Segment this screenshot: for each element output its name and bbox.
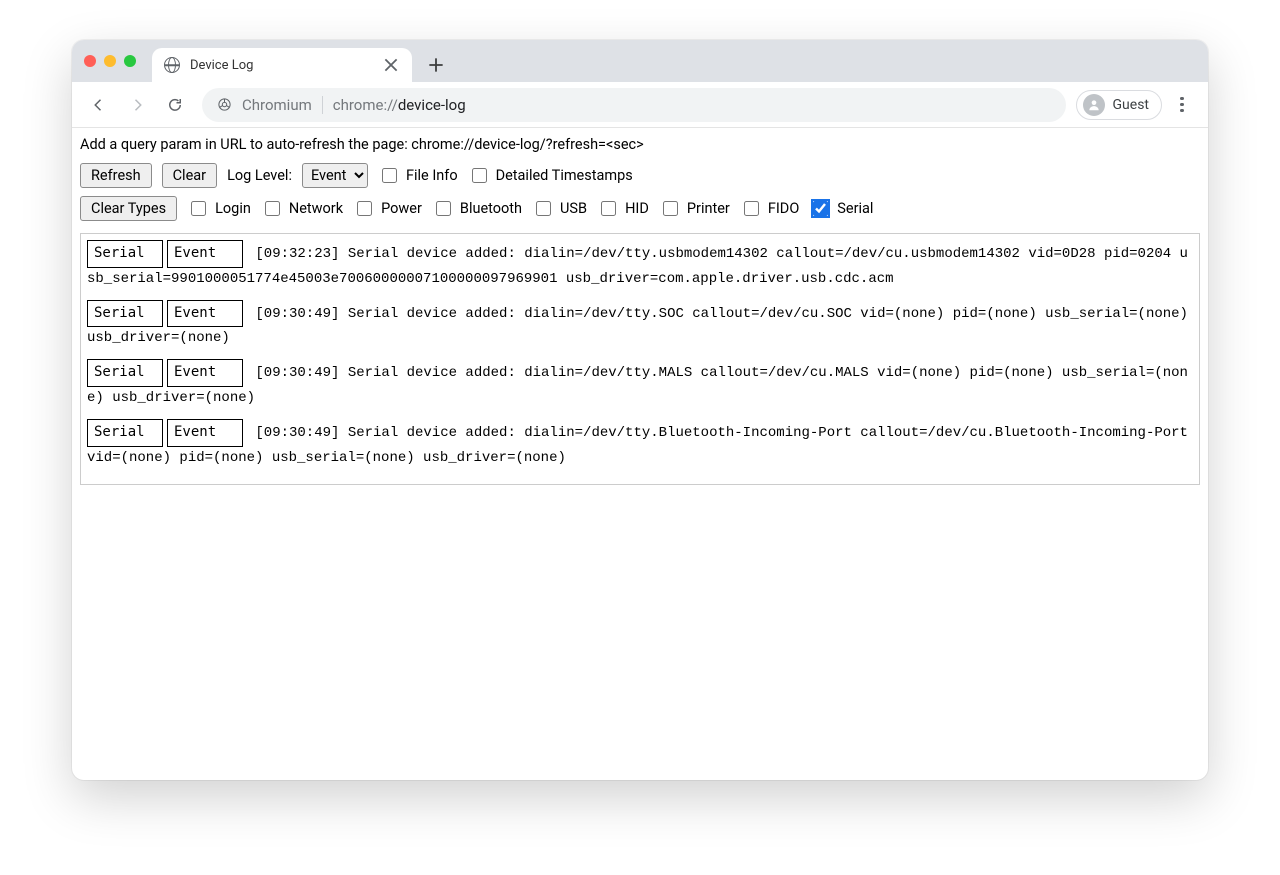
chromium-icon bbox=[216, 97, 232, 113]
clear-types-button[interactable]: Clear Types bbox=[80, 196, 177, 221]
type-label-serial: Serial bbox=[837, 200, 873, 217]
avatar-icon bbox=[1083, 94, 1105, 116]
tab-title: Device Log bbox=[190, 58, 253, 73]
type-checkbox-power[interactable]: Power bbox=[353, 198, 422, 219]
type-label-usb: USB bbox=[560, 200, 587, 217]
log-text: [09:30:49] Serial device added: dialin=/… bbox=[87, 306, 1188, 347]
type-checkbox-serial[interactable]: Serial bbox=[809, 198, 873, 219]
forward-button[interactable] bbox=[120, 88, 154, 122]
log-tag-source: Serial bbox=[87, 359, 163, 387]
type-checkbox-printer[interactable]: Printer bbox=[659, 198, 730, 219]
kebab-menu-button[interactable] bbox=[1166, 97, 1198, 113]
zoom-window-button[interactable] bbox=[124, 55, 136, 67]
type-label-hid: HID bbox=[625, 200, 649, 217]
window-controls bbox=[84, 40, 152, 82]
browser-tab[interactable]: Device Log bbox=[152, 48, 412, 82]
type-input-login[interactable] bbox=[191, 201, 206, 216]
type-label-power: Power bbox=[381, 200, 422, 217]
type-input-bluetooth[interactable] bbox=[436, 201, 451, 216]
log-tag-level: Event bbox=[167, 419, 243, 447]
log-tag-source: Serial bbox=[87, 419, 163, 447]
browser-toolbar: Chromium chrome://device-log Guest bbox=[72, 82, 1208, 128]
log-text: [09:30:49] Serial device added: dialin=/… bbox=[87, 425, 1188, 466]
omnibox-host: device-log bbox=[398, 96, 466, 114]
type-input-network[interactable] bbox=[265, 201, 280, 216]
type-checkbox-hid[interactable]: HID bbox=[597, 198, 649, 219]
auto-refresh-hint: Add a query param in URL to auto-refresh… bbox=[76, 134, 1204, 161]
log-tag-source: Serial bbox=[87, 240, 163, 268]
type-label-login: Login bbox=[215, 200, 251, 217]
back-button[interactable] bbox=[82, 88, 116, 122]
reload-button[interactable] bbox=[158, 88, 192, 122]
omnibox-separator bbox=[322, 96, 323, 114]
type-input-printer[interactable] bbox=[663, 201, 678, 216]
log-tag-source: Serial bbox=[87, 300, 163, 328]
profile-button[interactable]: Guest bbox=[1076, 90, 1162, 120]
type-label-printer: Printer bbox=[687, 200, 730, 217]
log-text: [09:32:23] Serial device added: dialin=/… bbox=[87, 246, 1188, 287]
detailed-timestamps-label: Detailed Timestamps bbox=[496, 167, 633, 184]
log-level-select[interactable]: Event bbox=[302, 163, 368, 188]
detailed-timestamps-checkbox[interactable]: Detailed Timestamps bbox=[468, 165, 633, 186]
controls-row-1: Refresh Clear Log Level: Event File Info… bbox=[76, 161, 1204, 194]
profile-label: Guest bbox=[1113, 97, 1149, 113]
close-tab-button[interactable] bbox=[382, 56, 400, 74]
file-info-input[interactable] bbox=[382, 168, 397, 183]
new-tab-button[interactable] bbox=[422, 51, 450, 79]
type-checkbox-login[interactable]: Login bbox=[187, 198, 251, 219]
log-entry: SerialEvent [09:30:49] Serial device add… bbox=[87, 357, 1193, 417]
type-input-hid[interactable] bbox=[601, 201, 616, 216]
type-input-power[interactable] bbox=[357, 201, 372, 216]
type-label-bluetooth: Bluetooth bbox=[460, 200, 522, 217]
controls-row-2: Clear Types Login Network Power Bluetooth US… bbox=[76, 194, 1204, 227]
type-checkbox-network[interactable]: Network bbox=[261, 198, 343, 219]
type-checkbox-bluetooth[interactable]: Bluetooth bbox=[432, 198, 522, 219]
address-bar[interactable]: Chromium chrome://device-log bbox=[202, 88, 1066, 122]
minimize-window-button[interactable] bbox=[104, 55, 116, 67]
type-checkbox-usb[interactable]: USB bbox=[532, 198, 587, 219]
file-info-checkbox[interactable]: File Info bbox=[378, 165, 458, 186]
log-tag-level: Event bbox=[167, 300, 243, 328]
type-input-serial[interactable] bbox=[813, 201, 828, 216]
detailed-timestamps-input[interactable] bbox=[472, 168, 487, 183]
type-input-usb[interactable] bbox=[536, 201, 551, 216]
tab-strip: Device Log bbox=[72, 40, 1208, 82]
omnibox-scheme: chrome:// bbox=[333, 96, 398, 114]
page-content: Add a query param in URL to auto-refresh… bbox=[72, 128, 1208, 780]
type-label-network: Network bbox=[289, 200, 343, 217]
log-entry: SerialEvent [09:30:49] Serial device add… bbox=[87, 298, 1193, 358]
file-info-label: File Info bbox=[406, 167, 458, 184]
log-entry: SerialEvent [09:30:49] Serial device add… bbox=[87, 417, 1193, 477]
clear-button[interactable]: Clear bbox=[162, 163, 217, 188]
type-checkbox-fido[interactable]: FIDO bbox=[740, 198, 799, 219]
log-entry: SerialEvent [09:32:23] Serial device add… bbox=[87, 238, 1193, 298]
log-container: SerialEvent [09:32:23] Serial device add… bbox=[80, 233, 1200, 485]
log-tag-level: Event bbox=[167, 240, 243, 268]
refresh-button[interactable]: Refresh bbox=[80, 163, 152, 188]
omnibox-product: Chromium bbox=[242, 96, 312, 114]
log-text: [09:30:49] Serial device added: dialin=/… bbox=[87, 365, 1188, 406]
type-input-fido[interactable] bbox=[744, 201, 759, 216]
log-level-label: Log Level: bbox=[227, 167, 292, 184]
browser-window: Device Log bbox=[72, 40, 1208, 780]
globe-icon bbox=[164, 57, 180, 73]
type-label-fido: FIDO bbox=[768, 200, 799, 217]
log-tag-level: Event bbox=[167, 359, 243, 387]
close-window-button[interactable] bbox=[84, 55, 96, 67]
